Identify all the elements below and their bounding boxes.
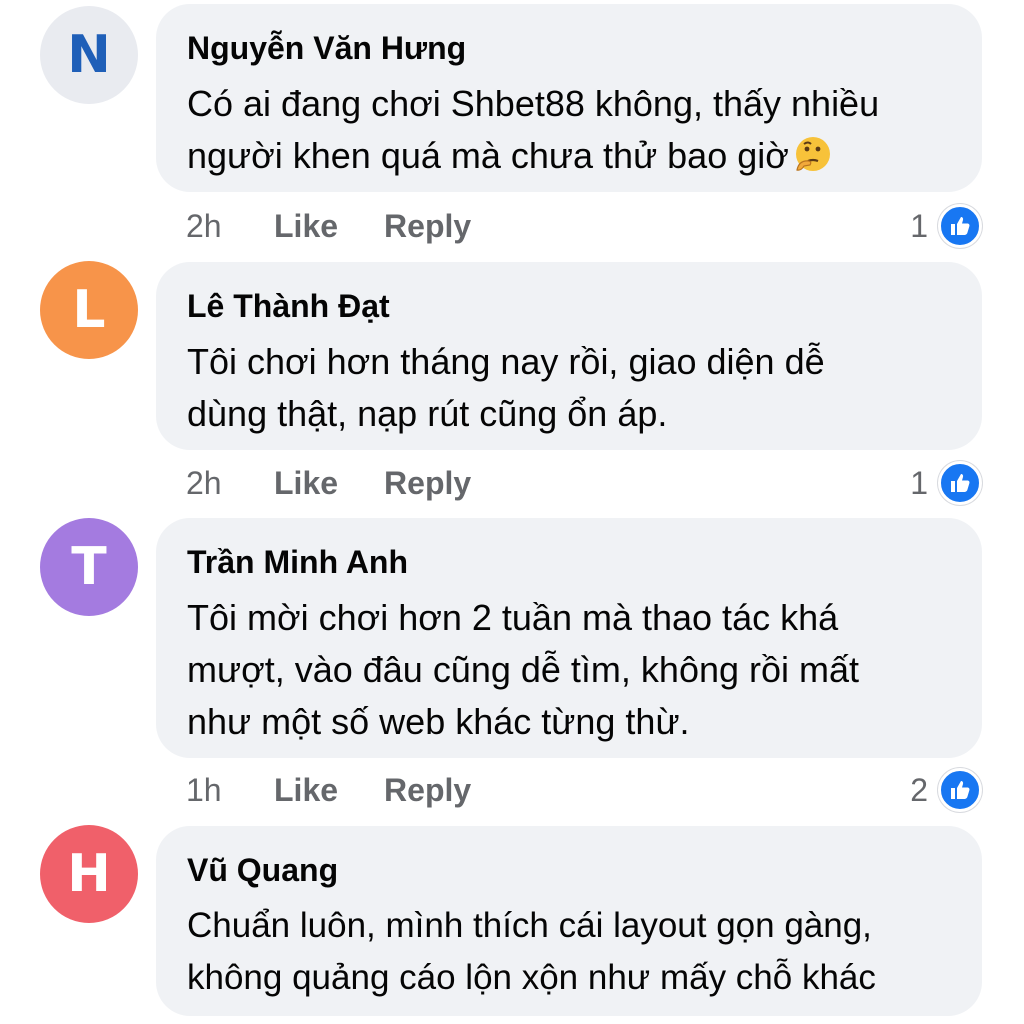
comment-actions: 2h Like Reply 1 [186, 204, 982, 248]
comment-actions: 2h Like Reply 1 [186, 461, 982, 505]
like-button[interactable]: Like [274, 465, 338, 502]
reply-button[interactable]: Reply [384, 465, 471, 502]
avatar[interactable]: N [40, 6, 138, 104]
reaction-count[interactable]: 1 [910, 465, 928, 502]
thumbs-up-icon [951, 474, 970, 492]
comment-author[interactable]: Nguyễn Văn Hưng [187, 28, 958, 68]
avatar[interactable]: L [40, 261, 138, 359]
comment-timestamp[interactable]: 2h [186, 208, 274, 245]
reply-button[interactable]: Reply [384, 772, 471, 809]
comment-bubble: Vũ Quang Chuẩn luôn, mình thích cái layo… [156, 826, 982, 1016]
like-button[interactable]: Like [274, 208, 338, 245]
like-reaction-icon[interactable] [938, 461, 982, 505]
comment-timestamp[interactable]: 2h [186, 465, 274, 502]
like-button[interactable]: Like [274, 772, 338, 809]
like-reaction-icon[interactable] [938, 768, 982, 812]
comment-text-content: Có ai đang chơi Shbet88 không, thấy nhiề… [187, 83, 880, 176]
avatar[interactable]: H [40, 825, 138, 923]
comment-author[interactable]: Trần Minh Anh [187, 542, 958, 582]
reply-button[interactable]: Reply [384, 208, 471, 245]
comment-bubble: Lê Thành Đạt Tôi chơi hơn tháng nay rồi,… [156, 262, 982, 450]
comment-author[interactable]: Vũ Quang [187, 850, 958, 890]
comment-text: Tôi mời chơi hơn 2 tuần mà thao tác khá … [187, 597, 860, 742]
comment-actions: 1h Like Reply 2 [186, 768, 982, 812]
comment-timestamp[interactable]: 1h [186, 772, 274, 809]
avatar-letter: N [67, 25, 111, 85]
avatar-letter: L [72, 280, 106, 340]
comment-text: Chuẩn luôn, mình thích cái layout gọn gà… [187, 906, 876, 997]
avatar[interactable]: T [40, 518, 138, 616]
thumbs-up-icon [951, 217, 970, 235]
reaction-count[interactable]: 1 [910, 208, 928, 245]
reaction-count[interactable]: 2 [910, 772, 928, 809]
comment-text: Tôi chơi hơn tháng nay rồi, giao diện dễ… [187, 341, 825, 434]
like-reaction-icon[interactable] [938, 204, 982, 248]
comment-text: Có ai đang chơi Shbet88 không, thấy nhiề… [187, 78, 958, 182]
thumbs-up-icon [951, 781, 970, 799]
comment-author[interactable]: Lê Thành Đạt [187, 286, 958, 326]
comment-bubble: Trần Minh Anh Tôi mời chơi hơn 2 tuần mà… [156, 518, 982, 758]
avatar-letter: T [71, 537, 107, 597]
comment-bubble: Nguyễn Văn Hưng Có ai đang chơi Shbet88 … [156, 4, 982, 192]
avatar-letter: H [67, 844, 111, 904]
thinking-face-icon [795, 137, 830, 171]
